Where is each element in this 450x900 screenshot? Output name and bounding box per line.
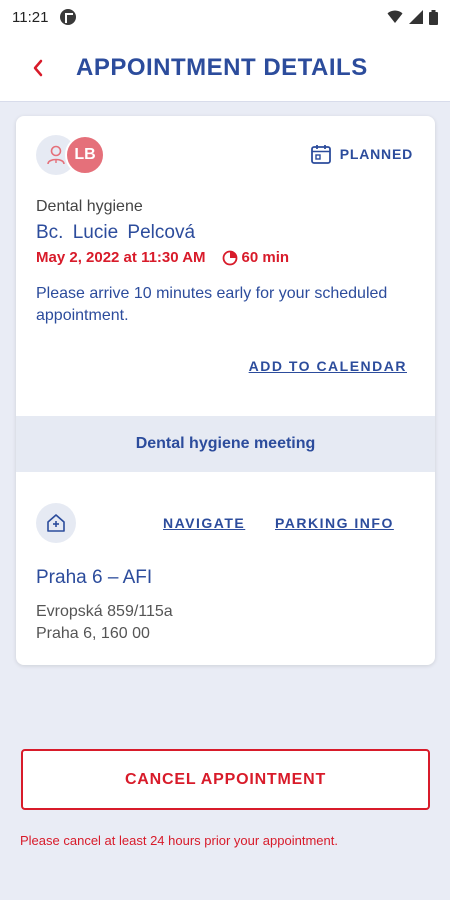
parking-info-link[interactable]: PARKING INFO: [275, 515, 394, 531]
doctor-name: Bc. Lucie Pelcová: [36, 222, 196, 243]
status-bar: 11:21: [0, 0, 450, 34]
cancel-appointment-button[interactable]: CANCEL APPOINTMENT: [21, 749, 430, 810]
appointment-card: LB PLANNED Dental hygiene Bc. Lucie Pelc…: [16, 116, 435, 665]
appointment-datetime: May 2, 2022 at 11:30 AM: [36, 249, 206, 266]
duration-value: 60 min: [241, 249, 290, 266]
location-icon-wrap: [36, 503, 76, 543]
meeting-band: Dental hygiene meeting: [16, 416, 435, 472]
chevron-left-icon: [33, 59, 43, 76]
wifi-icon: [387, 10, 403, 23]
calendar-icon: [310, 145, 331, 164]
battery-icon: [429, 9, 438, 25]
doctor-avatar: LB: [65, 135, 105, 175]
cancel-note: Please cancel at least 24 hours prior yo…: [20, 833, 338, 848]
appointment-status: PLANNED: [310, 143, 413, 165]
back-button[interactable]: [10, 40, 66, 96]
duration: 60 min: [222, 249, 290, 266]
arrival-note: Please arrive 10 minutes early for your …: [36, 285, 388, 324]
cancel-button-label: CANCEL APPOINTMENT: [124, 770, 327, 788]
address-line-1: Evropská 859/115a: [36, 603, 173, 620]
navigate-link[interactable]: NAVIGATE: [163, 515, 245, 531]
clinic-name: Praha 6 – AFI: [36, 567, 153, 588]
status-badge: PLANNED: [339, 146, 413, 162]
meeting-title: Dental hygiene meeting: [135, 435, 316, 452]
app-badge-icon: [60, 9, 77, 25]
address-line-2: Praha 6, 160 00: [36, 625, 150, 642]
status-time: 11:21: [12, 8, 49, 26]
page-title: APPOINTMENT DETAILS: [76, 53, 368, 81]
status-left: 11:21: [12, 8, 77, 26]
service-name: Dental hygiene: [36, 198, 143, 215]
timer-icon: [222, 250, 237, 265]
app-header: APPOINTMENT DETAILS: [0, 34, 450, 102]
person-icon: [47, 145, 65, 165]
clinic-building-icon: [47, 514, 65, 532]
signal-icon: [409, 10, 423, 24]
add-to-calendar-link[interactable]: ADD TO CALENDAR: [249, 358, 407, 374]
status-right: [387, 9, 438, 25]
datetime-row: May 2, 2022 at 11:30 AM 60 min: [36, 249, 289, 266]
